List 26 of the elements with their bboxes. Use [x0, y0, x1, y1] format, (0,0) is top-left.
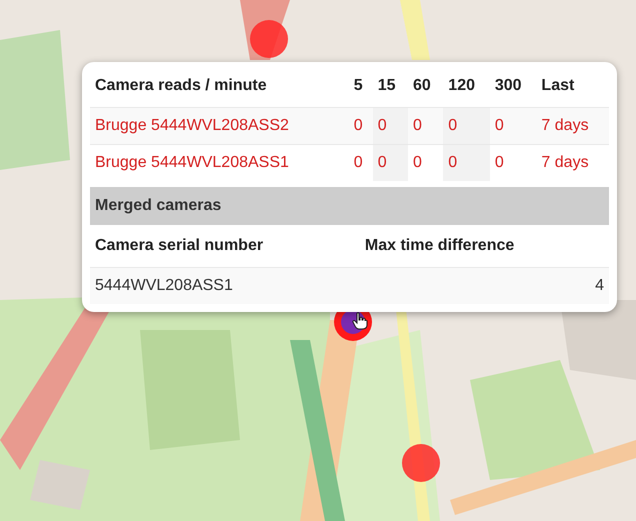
- column-header: Camera reads / minute: [90, 65, 349, 108]
- column-header: Max time difference: [360, 225, 609, 268]
- table-cell: 0: [372, 108, 408, 144]
- table-cell: 5444WVL208ASS1: [90, 268, 360, 304]
- column-header: Camera serial number: [90, 225, 360, 268]
- section-header: Merged cameras: [90, 187, 609, 225]
- table-cell: 0: [348, 144, 373, 181]
- column-header: 120: [443, 65, 490, 108]
- column-header: 15: [372, 65, 408, 108]
- column-header: 300: [490, 65, 536, 108]
- column-header: 5: [348, 65, 373, 108]
- table-cell: 0: [490, 144, 536, 181]
- camera-name: Brugge 5444WVL208ASS1: [90, 144, 349, 181]
- camera-name: Brugge 5444WVL208ASS2: [90, 108, 349, 144]
- table-cell: 0: [490, 108, 536, 144]
- table-cell: 4: [360, 268, 609, 304]
- table-cell: 0: [408, 108, 444, 144]
- table-cell: 0: [443, 144, 490, 181]
- table-cell: 0: [408, 144, 444, 181]
- table-cell: 7 days: [536, 108, 609, 144]
- table-cell: 0: [348, 108, 373, 144]
- table-cell: 0: [443, 108, 490, 144]
- table-cell: 0: [372, 144, 408, 181]
- table-cell: 7 days: [536, 144, 609, 181]
- column-header: Last: [536, 65, 609, 108]
- column-header: 60: [408, 65, 444, 108]
